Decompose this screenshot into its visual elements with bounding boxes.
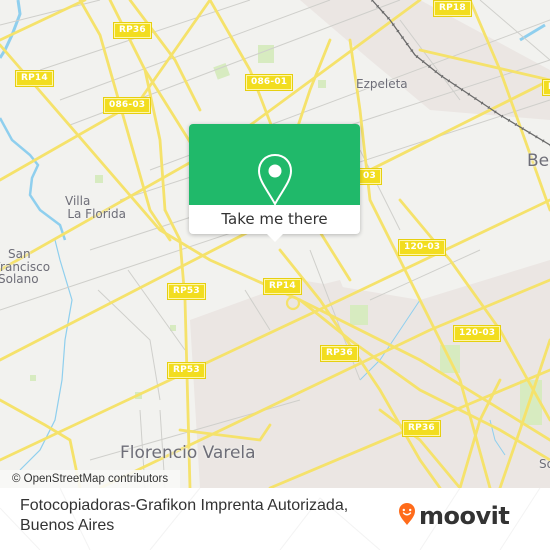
place-label-san: San xyxy=(8,247,31,261)
location-pin-icon xyxy=(256,153,294,211)
place-label-san-francisco-solano: San Francisco Solano xyxy=(0,248,50,286)
popup-pointer xyxy=(267,234,283,242)
road-label-rp36-lower: RP36 xyxy=(402,420,441,437)
popup-header[interactable] xyxy=(189,124,360,207)
road-label-rp18: RP18 xyxy=(433,0,472,17)
road-label-rp14-center: RP14 xyxy=(263,278,302,295)
road-label-rp36-middle: RP36 xyxy=(320,345,359,362)
map-base-layer xyxy=(0,0,550,488)
place-label-sourigues: So xyxy=(539,457,550,471)
place-label-ezpeleta: Ezpeleta xyxy=(356,77,408,91)
road-label-120-03-lower: 120-03 xyxy=(452,325,502,342)
place-label-florencio-varela: Florencio Varela xyxy=(120,443,256,463)
place-label-berazategui: Be xyxy=(527,151,550,171)
footer: Fotocopiadoras-Grafikon Imprenta Autoriz… xyxy=(0,488,550,550)
place-label-solano: Solano xyxy=(0,272,39,287)
moovit-smile-pin-icon xyxy=(398,502,416,530)
take-me-there-popup[interactable]: Take me there xyxy=(189,124,360,242)
road-label-086-01: 086-01 xyxy=(244,74,294,91)
place-title: Fotocopiadoras-Grafikon Imprenta Autoriz… xyxy=(20,497,349,534)
place-label-la-florida: La Florida xyxy=(67,206,126,221)
road-label-120-03-upper: 120-03 xyxy=(397,239,447,256)
moovit-wordmark: moovit xyxy=(419,502,510,530)
map[interactable]: RP36 RP18 RP14 086-01 086-03 120-03 RP53… xyxy=(0,0,550,488)
road-label-rp53-upper: RP53 xyxy=(167,283,206,300)
road-label-rp36-top: RP36 xyxy=(113,22,152,39)
road-label-086-03: 086-03 xyxy=(102,97,152,114)
place-label-villa-la-florida: Villa La Florida xyxy=(65,195,128,220)
urban-areas xyxy=(190,0,550,488)
map-attribution[interactable]: © OpenStreetMap contributors xyxy=(0,470,181,488)
place-label-villa: Villa xyxy=(65,194,91,208)
road-label-rp53-lower: RP53 xyxy=(167,362,206,379)
road-label-03-partial: 03 xyxy=(357,168,382,185)
road-label-rp14-left: RP14 xyxy=(15,70,54,87)
road-label-rp-edge: RP xyxy=(542,79,550,96)
moovit-logo[interactable]: moovit xyxy=(398,501,510,531)
